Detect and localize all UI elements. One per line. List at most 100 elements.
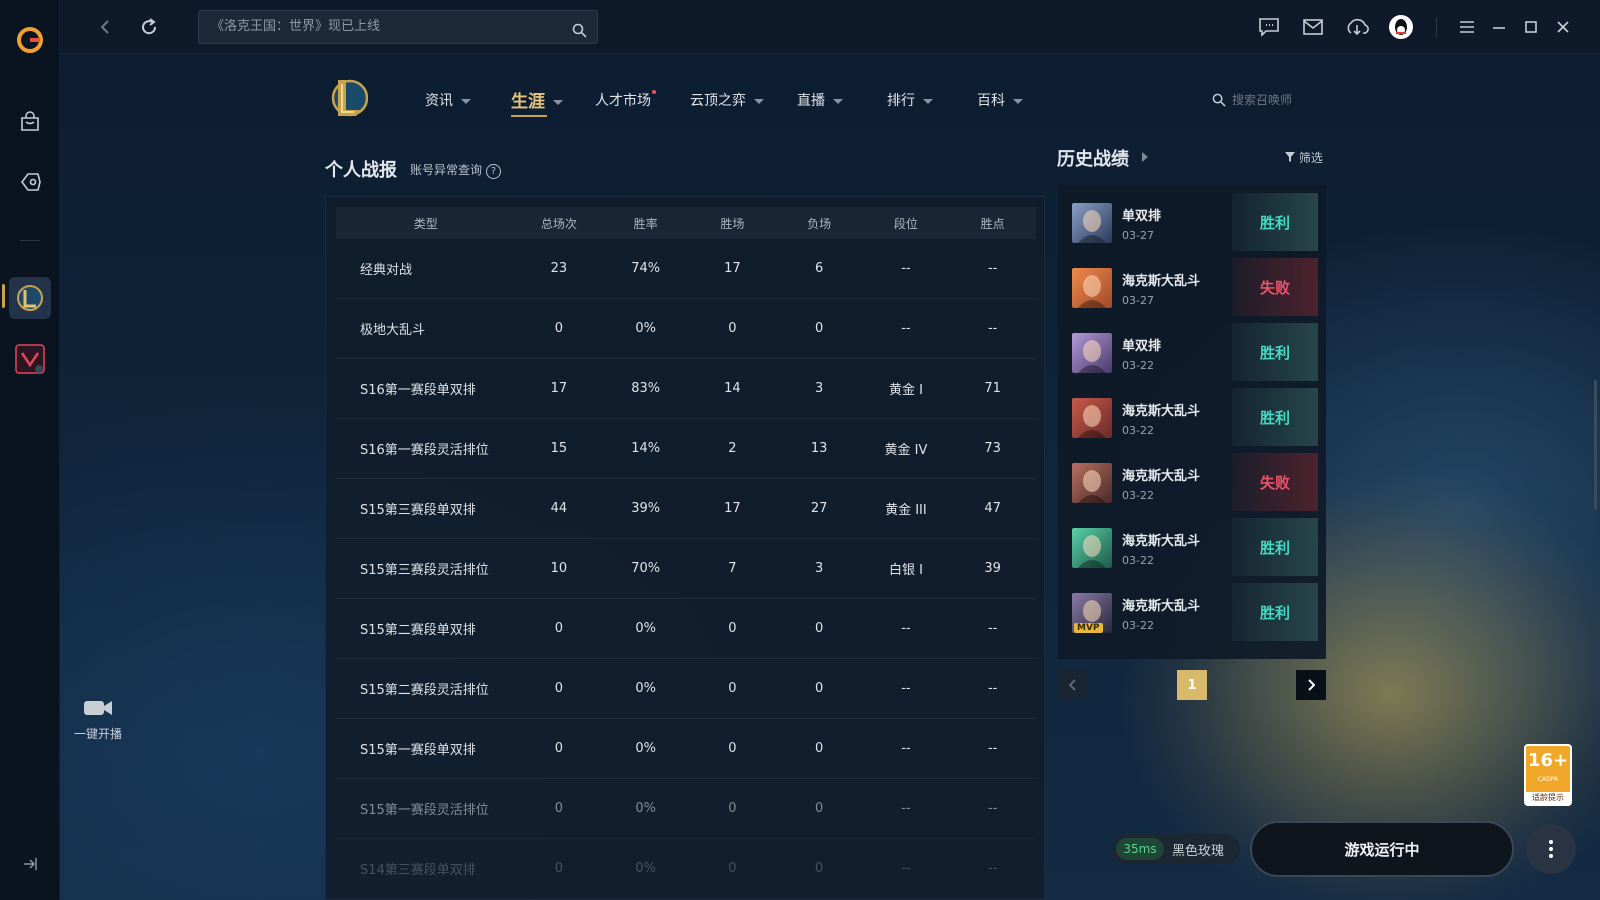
match-item[interactable]: 海克斯大乱斗 03-22 胜利 [1066, 388, 1318, 446]
row-tier: -- [901, 261, 911, 276]
nav-career[interactable]: 生涯 [511, 87, 563, 117]
row-winrate: 0% [635, 861, 656, 876]
chat-icon[interactable] [1256, 14, 1282, 40]
nav-tft[interactable]: 云顶之弈 [690, 90, 764, 110]
prev-page-button[interactable] [1058, 670, 1088, 700]
nav-wiki[interactable]: 百科 [977, 90, 1023, 110]
row-type: S15第三赛段灵活排位 [360, 563, 489, 578]
row-total: 10 [550, 561, 568, 576]
left-rail: 一键开播 [0, 0, 122, 900]
game-running-button[interactable]: 游戏运行中 [1250, 821, 1514, 877]
match-item[interactable]: 单双排 03-27 胜利 [1066, 193, 1318, 251]
nav-talent-market[interactable]: 人才市场 [595, 90, 656, 110]
row-losses: 0 [815, 741, 824, 756]
server-name: 黑色玫瑰 [1172, 844, 1225, 859]
page-scrollbar[interactable] [1594, 380, 1597, 510]
row-winrate: 0% [635, 321, 656, 336]
chevron-down-icon [923, 98, 933, 104]
summoner-search-input[interactable]: 搜索召唤师 [1210, 88, 1330, 112]
table-row: S15第一赛段单双排 0 0% 0 0 -- -- [336, 719, 1036, 779]
nav-ranking-label: 排行 [887, 93, 915, 109]
page-number-button[interactable]: 1 [1177, 670, 1207, 700]
filter-label: 筛选 [1298, 151, 1323, 165]
match-item[interactable]: MVP 海克斯大乱斗 03-22 胜利 [1066, 583, 1318, 641]
row-total: 0 [554, 861, 564, 876]
qq-avatar[interactable] [1388, 14, 1414, 40]
match-date: 03-27 [1122, 294, 1154, 307]
more-options-button[interactable] [1526, 824, 1576, 874]
row-losses: 3 [815, 561, 824, 576]
row-tier: -- [901, 861, 911, 876]
row-type: S16第一赛段单双排 [360, 383, 476, 398]
game-tag-icon[interactable] [0, 168, 60, 196]
row-winrate: 0% [635, 741, 656, 756]
nav-ranking[interactable]: 排行 [887, 90, 933, 110]
help-icon[interactable]: ? [486, 164, 502, 179]
account-check-link[interactable]: 账号异常查询? [410, 161, 502, 179]
row-losses: 0 [815, 681, 824, 696]
chevron-right-icon [1308, 679, 1315, 691]
row-type: S16第一赛段灵活排位 [360, 443, 489, 458]
next-page-button[interactable] [1296, 670, 1326, 700]
match-item[interactable]: 海克斯大乱斗 03-27 失败 [1066, 258, 1318, 316]
row-winrate: 83% [631, 381, 661, 396]
row-losses: 0 [815, 861, 824, 876]
row-wins: 0 [728, 801, 737, 816]
row-losses: 0 [815, 321, 824, 336]
row-losses: 6 [815, 261, 824, 276]
camera-icon [84, 701, 112, 715]
chevron-right-icon[interactable] [1142, 152, 1148, 162]
row-winrate: 39% [631, 501, 661, 516]
history-title: 历史战绩 [1057, 149, 1129, 170]
row-wins: 0 [728, 321, 737, 336]
chevron-down-icon [1013, 98, 1023, 104]
filter-button[interactable]: 筛选 [1285, 149, 1323, 166]
global-search-input[interactable]: 《洛克王国：世界》现已上线 [198, 10, 598, 44]
chevron-left-icon [1069, 679, 1076, 691]
match-date: 03-22 [1122, 489, 1154, 502]
row-winrate: 0% [635, 801, 656, 816]
row-losses: 13 [810, 441, 828, 456]
match-item[interactable]: 海克斯大乱斗 03-22 胜利 [1066, 518, 1318, 576]
maximize-icon[interactable] [1518, 14, 1544, 40]
valorant-game-icon[interactable] [0, 344, 60, 374]
match-result: 失败 [1232, 453, 1318, 511]
row-losses: 0 [815, 621, 824, 636]
row-total: 17 [550, 381, 568, 396]
rail-divider [20, 240, 40, 241]
match-mode: 单双排 [1122, 339, 1162, 354]
nav-live[interactable]: 直播 [797, 90, 843, 110]
row-lp: 71 [984, 381, 1001, 396]
quick-live-button[interactable]: 一键开播 [68, 698, 128, 742]
menu-icon[interactable] [1454, 14, 1480, 40]
row-tier: -- [901, 321, 911, 336]
row-type: S15第一赛段灵活排位 [360, 803, 489, 818]
nav-news[interactable]: 资讯 [425, 90, 471, 110]
account-check-label: 账号异常查询 [410, 163, 483, 177]
collapse-icon[interactable] [20, 854, 40, 874]
close-icon[interactable] [1550, 14, 1576, 40]
lol-logo-icon[interactable] [328, 76, 369, 120]
client-logo-icon[interactable] [0, 20, 60, 60]
back-arrow-icon[interactable] [92, 14, 118, 40]
row-wins: 17 [724, 501, 741, 516]
store-bag-icon[interactable] [0, 108, 60, 136]
topbar-divider [1436, 17, 1437, 37]
download-icon[interactable] [1344, 14, 1370, 40]
search-icon[interactable] [572, 19, 587, 51]
refresh-icon[interactable] [136, 14, 162, 40]
notification-dot [652, 90, 656, 94]
mail-icon[interactable] [1300, 14, 1326, 40]
stats-table: 类型 总场次 胜率 胜场 负场 段位 胜点 经典对战 23 74% 17 6 -- -- 极地… [325, 196, 1045, 900]
match-mode: 海克斯大乱斗 [1122, 274, 1201, 289]
row-tier: -- [901, 621, 911, 636]
row-winrate: 70% [631, 561, 661, 576]
server-status[interactable]: 35ms 黑色玫瑰 [1112, 834, 1240, 864]
match-date: 03-22 [1122, 424, 1154, 437]
match-item[interactable]: 单双排 03-22 胜利 [1066, 323, 1318, 381]
table-row: 经典对战 23 74% 17 6 -- -- [336, 239, 1036, 299]
minimize-icon[interactable] [1486, 14, 1512, 40]
row-lp: -- [987, 741, 998, 756]
match-item[interactable]: 海克斯大乱斗 03-22 失败 [1066, 453, 1318, 511]
col-total: 总场次 [540, 216, 577, 231]
